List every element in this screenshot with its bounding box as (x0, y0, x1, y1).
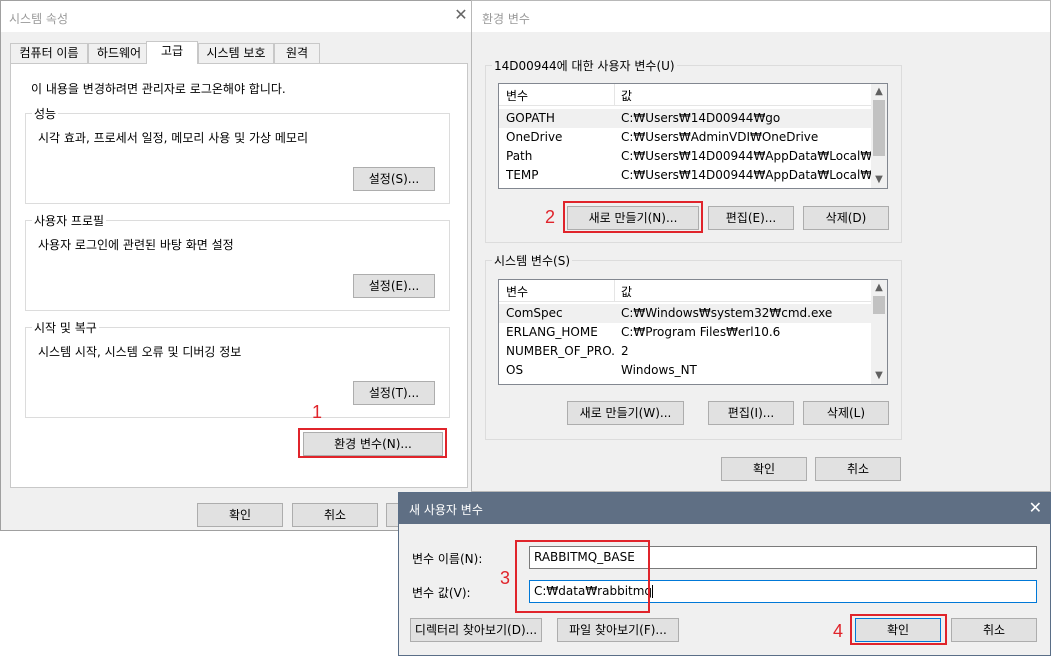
highlight-env-button (298, 428, 447, 458)
new-var-cancel-button[interactable]: 취소 (951, 618, 1037, 642)
startup-recovery-label: 시작 및 복구 (32, 319, 99, 336)
highlight-user-new-button (563, 201, 703, 233)
user-profile-settings-button[interactable]: 설정(E)... (353, 274, 435, 298)
close-icon[interactable]: ✕ (451, 5, 471, 25)
scroll-down-icon[interactable]: ▼ (871, 368, 887, 384)
system-variables-group: 시스템 변수(S) 변수 값 ComSpec C:₩Windows₩system… (485, 252, 902, 440)
startup-recovery-group: 시작 및 복구 시스템 시작, 시스템 오류 및 디버깅 정보 설정(T)... (25, 319, 450, 418)
var-name: TEMP (506, 168, 539, 182)
var-value: C:₩Users₩14D00944₩go (621, 111, 781, 125)
system-properties-title: 시스템 속성 (9, 12, 69, 26)
performance-settings-button[interactable]: 설정(S)... (353, 167, 435, 191)
user-profile-desc: 사용자 로그인에 관련된 바탕 화면 설정 (38, 238, 234, 252)
tab-system-protection[interactable]: 시스템 보호 (198, 43, 274, 63)
step-marker-3: 3 (500, 568, 511, 588)
user-list-scrollbar[interactable]: ▲ ▼ (871, 84, 887, 188)
performance-label: 성능 (32, 105, 59, 122)
user-delete-button[interactable]: 삭제(D) (803, 206, 889, 230)
var-name: GOPATH (506, 111, 555, 125)
browse-directory-button[interactable]: 디렉터리 찾아보기(D)... (410, 618, 542, 642)
system-list-scrollbar[interactable]: ▲ ▼ (871, 280, 887, 384)
var-name: OneDrive (506, 130, 563, 144)
table-row[interactable]: OS Windows_NT (499, 361, 871, 380)
var-name: ERLANG_HOME (506, 325, 598, 339)
new-user-variable-title: 새 사용자 변수 (409, 503, 483, 517)
table-row[interactable]: Path C:₩Users₩14D00944₩AppData₩Local₩Pr.… (499, 147, 871, 166)
var-value: Windows_NT (621, 363, 697, 377)
step-marker-2: 2 (545, 207, 556, 227)
scroll-up-icon[interactable]: ▲ (871, 84, 887, 100)
var-value: C:₩Users₩14D00944₩AppData₩Local₩Pr... (621, 149, 871, 163)
variable-name-label: 변수 이름(N): (412, 552, 483, 566)
system-variables-list[interactable]: 변수 값 ComSpec C:₩Windows₩system32₩cmd.exe… (498, 279, 888, 385)
column-divider (614, 84, 615, 106)
var-value: C:₩Users₩14D00944₩AppData₩Local₩Te... (621, 168, 871, 182)
var-name: OS (506, 363, 524, 377)
new-user-variable-dialog: 새 사용자 변수 ✕ 변수 이름(N): RABBITMQ_BASE 변수 값(… (398, 492, 1051, 656)
system-delete-button[interactable]: 삭제(L) (803, 401, 889, 425)
var-value: C:₩Windows₩system32₩cmd.exe (621, 306, 833, 320)
variable-value-label: 변수 값(V): (412, 586, 471, 600)
user-variables-label: 14D00944에 대한 사용자 변수(U) (492, 57, 677, 74)
scroll-thumb[interactable] (873, 296, 885, 314)
environment-variables-titlebar: 환경 변수 (472, 1, 1050, 32)
user-col-value[interactable]: 값 (621, 87, 632, 104)
user-list-header: 변수 값 (499, 84, 871, 106)
scroll-down-icon[interactable]: ▼ (871, 172, 887, 188)
startup-recovery-desc: 시스템 시작, 시스템 오류 및 디버깅 정보 (38, 345, 242, 359)
table-row[interactable]: ERLANG_HOME C:₩Program Files₩erl10.6 (499, 323, 871, 342)
startup-settings-button[interactable]: 설정(T)... (353, 381, 435, 405)
var-name: ComSpec (506, 306, 563, 320)
highlight-new-var-fields (515, 540, 650, 613)
var-value: 2 (621, 344, 629, 358)
system-properties-titlebar: 시스템 속성 (1, 1, 475, 32)
tab-hardware[interactable]: 하드웨어 (88, 43, 150, 63)
system-col-name[interactable]: 변수 (506, 283, 528, 300)
var-value: C:₩Program Files₩erl10.6 (621, 325, 781, 339)
admin-note: 이 내용을 변경하려면 관리자로 로그온해야 합니다. (31, 82, 286, 96)
env-cancel-button[interactable]: 취소 (815, 457, 901, 481)
env-ok-button[interactable]: 확인 (721, 457, 807, 481)
highlight-new-var-ok (850, 614, 947, 645)
system-col-value[interactable]: 값 (621, 283, 632, 300)
scroll-up-icon[interactable]: ▲ (871, 280, 887, 296)
user-edit-button[interactable]: 편집(E)... (708, 206, 794, 230)
user-profile-group: 사용자 프로필 사용자 로그인에 관련된 바탕 화면 설정 설정(E)... (25, 212, 450, 311)
browse-file-button[interactable]: 파일 찾아보기(F)... (557, 618, 679, 642)
tab-remote[interactable]: 원격 (274, 43, 320, 63)
environment-variables-window: 환경 변수 14D00944에 대한 사용자 변수(U) 변수 값 GOPATH… (471, 0, 1051, 492)
table-row[interactable]: GOPATH C:₩Users₩14D00944₩go (499, 109, 871, 128)
table-row[interactable]: ComSpec C:₩Windows₩system32₩cmd.exe (499, 304, 871, 323)
system-list-header: 변수 값 (499, 280, 871, 302)
tab-advanced[interactable]: 고급 (146, 41, 198, 64)
performance-group: 성능 시각 효과, 프로세서 일정, 메모리 사용 및 가상 메모리 설정(S)… (25, 105, 450, 204)
step-marker-4: 4 (833, 621, 844, 641)
system-variables-label: 시스템 변수(S) (492, 252, 572, 269)
close-icon[interactable]: ✕ (1029, 498, 1042, 517)
column-divider (614, 280, 615, 302)
step-marker-1: 1 (312, 402, 323, 422)
system-properties-cancel-button[interactable]: 취소 (292, 503, 378, 527)
var-value: C:₩Users₩AdminVDI₩OneDrive (621, 130, 819, 144)
environment-variables-title: 환경 변수 (482, 12, 530, 26)
system-new-button[interactable]: 새로 만들기(W)... (567, 401, 684, 425)
tab-computer-name[interactable]: 컴퓨터 이름 (10, 43, 88, 63)
scroll-thumb[interactable] (873, 100, 885, 156)
var-name: Path (506, 149, 533, 163)
table-row[interactable]: NUMBER_OF_PRO... 2 (499, 342, 871, 361)
system-properties-ok-button[interactable]: 확인 (197, 503, 283, 527)
user-profile-label: 사용자 프로필 (32, 212, 107, 229)
performance-desc: 시각 효과, 프로세서 일정, 메모리 사용 및 가상 메모리 (38, 131, 308, 145)
user-variables-list[interactable]: 변수 값 GOPATH C:₩Users₩14D00944₩go OneDriv… (498, 83, 888, 189)
advanced-tab-panel: 이 내용을 변경하려면 관리자로 로그온해야 합니다. 성능 시각 효과, 프로… (10, 63, 468, 488)
var-name: NUMBER_OF_PRO... (506, 344, 614, 358)
table-row[interactable]: TEMP C:₩Users₩14D00944₩AppData₩Local₩Te.… (499, 166, 871, 185)
table-row[interactable]: OneDrive C:₩Users₩AdminVDI₩OneDrive (499, 128, 871, 147)
system-edit-button[interactable]: 편집(I)... (708, 401, 794, 425)
new-user-variable-titlebar: 새 사용자 변수 (399, 493, 1050, 524)
user-col-name[interactable]: 변수 (506, 87, 528, 104)
text-caret (652, 585, 654, 598)
